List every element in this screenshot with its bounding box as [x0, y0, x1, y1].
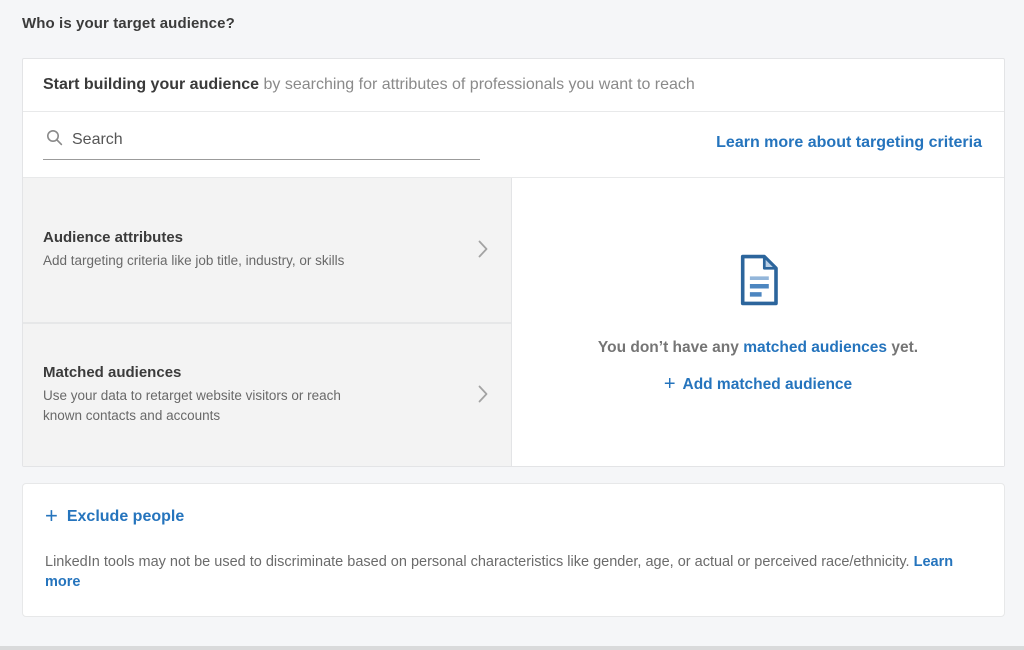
audience-targeting-section: Who is your target audience? Start build…	[0, 0, 1024, 617]
page-title: Who is your target audience?	[22, 15, 1005, 32]
add-matched-audience-label: Add matched audience	[683, 376, 853, 394]
disclaimer-text: LinkedIn tools may not be used to discri…	[45, 554, 914, 570]
builder-header-rest: by searching for attributes of professio…	[259, 76, 695, 93]
exclude-people-label: Exclude people	[67, 508, 184, 526]
bottom-divider	[0, 646, 1024, 650]
chevron-right-icon	[477, 239, 489, 264]
plus-icon: +	[45, 505, 58, 527]
audience-attributes-title: Audience attributes	[43, 229, 344, 246]
exclude-people-card: + Exclude people LinkedIn tools may not …	[22, 483, 1005, 617]
matched-audiences-title: Matched audiences	[43, 364, 378, 381]
document-icon	[731, 250, 785, 315]
matched-audiences-text: Matched audiences Use your data to retar…	[43, 364, 378, 427]
matched-audiences-panel[interactable]: Matched audiences Use your data to retar…	[23, 322, 511, 466]
audience-attributes-panel[interactable]: Audience attributes Add targeting criter…	[23, 178, 511, 322]
matched-audiences-description: Use your data to retarget website visito…	[43, 386, 378, 427]
matched-audiences-empty-state: You don’t have any matched audiences yet…	[512, 178, 1004, 466]
exclude-people-button[interactable]: + Exclude people	[45, 506, 184, 528]
audience-builder-card: Start building your audience by searchin…	[22, 58, 1005, 467]
discrimination-disclaimer: LinkedIn tools may not be used to discri…	[45, 553, 982, 592]
builder-header-bold: Start building your audience	[43, 76, 259, 93]
search-box[interactable]	[43, 126, 480, 160]
chevron-right-icon	[477, 384, 489, 409]
plus-icon: +	[664, 374, 676, 394]
builder-card-header: Start building your audience by searchin…	[23, 59, 1004, 112]
empty-message-suffix: yet.	[887, 339, 918, 356]
audience-attributes-text: Audience attributes Add targeting criter…	[43, 229, 344, 271]
matched-audiences-link[interactable]: matched audiences	[743, 339, 887, 356]
empty-state-message: You don’t have any matched audiences yet…	[598, 339, 918, 357]
search-input[interactable]	[72, 131, 478, 149]
empty-message-prefix: You don’t have any	[598, 339, 743, 356]
attribute-panels-column: Audience attributes Add targeting criter…	[23, 178, 512, 466]
search-icon	[46, 129, 63, 151]
audience-attributes-description: Add targeting criteria like job title, i…	[43, 251, 344, 271]
search-row: Learn more about targeting criteria	[23, 112, 1004, 178]
add-matched-audience-button[interactable]: + Add matched audience	[664, 375, 852, 395]
builder-content: Audience attributes Add targeting criter…	[23, 178, 1004, 466]
learn-more-targeting-link[interactable]: Learn more about targeting criteria	[716, 134, 982, 152]
